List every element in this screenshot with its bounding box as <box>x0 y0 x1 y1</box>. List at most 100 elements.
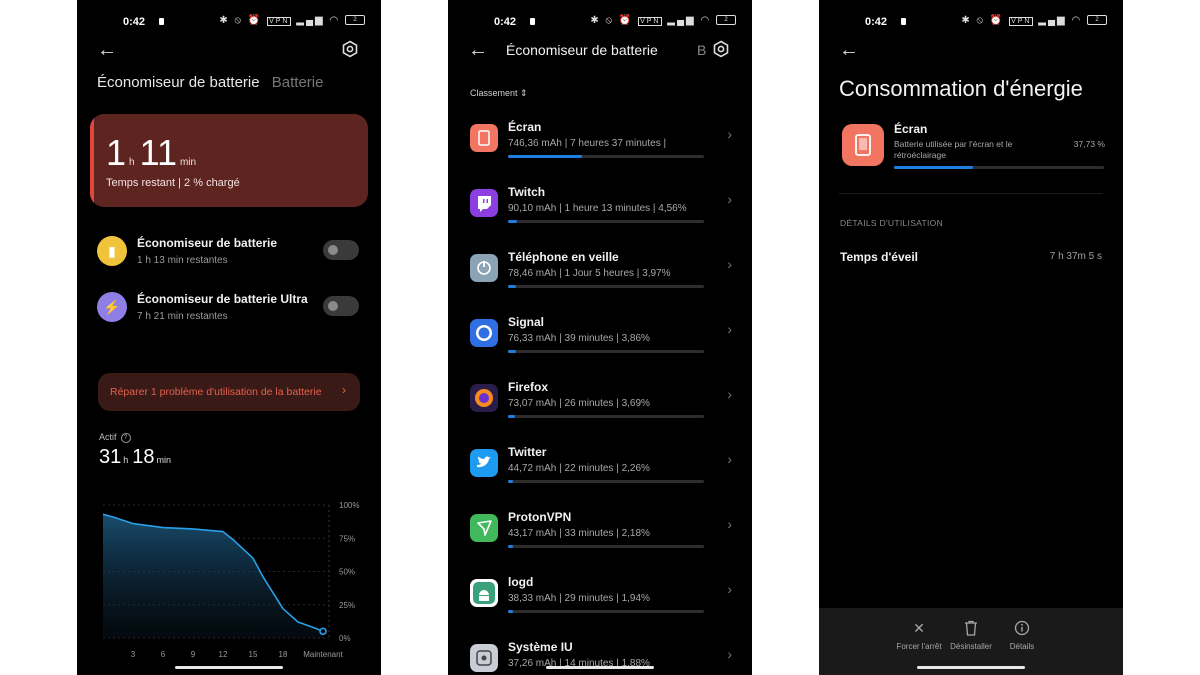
usage-bar <box>508 155 704 158</box>
chevron-right-icon: › <box>342 383 346 397</box>
chevron-right-icon: › <box>727 646 732 662</box>
usage-bar-fill <box>508 480 513 483</box>
twitch-icon <box>470 189 498 217</box>
x-tick-label: 12 <box>219 650 228 659</box>
app-stats: 746,36 mAh | 7 heures 37 minutes | <box>508 138 667 149</box>
help-icon[interactable]: ? <box>120 432 131 443</box>
chevron-right-icon: › <box>727 451 732 467</box>
app-row[interactable]: logd 38,33 mAh | 29 minutes | 1,94% › <box>448 565 752 630</box>
status-icons: ✱ ⦸ ⏰ VPN ▂▄▆ ◠ 2 <box>961 15 1107 26</box>
app-stats: 43,17 mAh | 33 minutes | 2,18% <box>508 528 650 539</box>
chevron-right-icon: › <box>727 256 732 272</box>
twitter-icon <box>470 449 498 477</box>
home-indicator[interactable] <box>546 666 654 669</box>
usage-bar <box>894 166 1104 169</box>
battery-area <box>103 514 323 638</box>
app-row[interactable]: Signal 76,33 mAh | 39 minutes | 3,86% › <box>448 305 752 370</box>
ultra-saver-toggle[interactable] <box>323 296 359 316</box>
wake-time-label: Temps d'éveil <box>840 250 918 264</box>
android-icon <box>470 579 498 607</box>
info-glyph-icon <box>1014 620 1030 636</box>
battery-level-chart: 100% 75% 50% 25% 0% 3 6 12 15 18 Maintenant 9 <box>102 501 359 659</box>
app-name: Firefox <box>508 380 549 394</box>
x-tick-label: 9 <box>191 650 196 659</box>
usage-bar-fill <box>508 415 516 418</box>
app-name: Twitter <box>508 445 547 459</box>
home-indicator[interactable] <box>175 666 283 669</box>
back-arrow-icon[interactable]: ← <box>97 40 117 60</box>
battery-saver-toggle[interactable] <box>323 240 359 260</box>
app-name: Signal <box>508 315 545 329</box>
app-stats: 38,33 mAh | 29 minutes | 1,94% <box>508 593 650 604</box>
usage-bar <box>508 220 704 223</box>
app-stats: 76,33 mAh | 39 minutes | 3,86% <box>508 333 650 344</box>
battery-saver-indicator-icon <box>901 18 906 25</box>
sort-arrows-icon: ⇕ <box>520 88 528 98</box>
next-tab-label[interactable]: B <box>697 42 706 58</box>
firefox-icon <box>470 384 498 412</box>
x-tick-label: 15 <box>249 650 258 659</box>
app-row[interactable]: Twitter 44,72 mAh | 22 minutes | 2,26% › <box>448 435 752 500</box>
battery-saver-subtitle: 1 h 13 min restantes <box>137 255 228 266</box>
usage-bar <box>508 350 704 353</box>
screen-icon <box>470 124 498 152</box>
screen-glyph-icon <box>855 134 871 156</box>
current-point <box>319 627 327 636</box>
app-stats: 90,10 mAh | 1 heure 13 minutes | 4,56% <box>508 203 687 214</box>
battery-icon: 2 <box>716 15 736 26</box>
chevron-right-icon: › <box>727 126 732 142</box>
tab-bar: Économiseur de batterie Batterie <box>97 74 323 91</box>
app-row[interactable]: Téléphone en veille 78,46 mAh | 1 Jour 5 … <box>448 240 752 305</box>
sort-label: Classement <box>470 88 518 98</box>
usage-bar <box>508 480 704 483</box>
page-title: Économiseur de batterie <box>506 42 658 58</box>
ultra-battery-saver-mode[interactable]: ⚡ Économiseur de batterie Ultra 7 h 21 m… <box>97 290 367 326</box>
active-time-value: 31 h 18 min <box>99 446 175 469</box>
app-row[interactable]: ProtonVPN 43,17 mAh | 33 minutes | 2,18% › <box>448 500 752 565</box>
back-arrow-icon[interactable]: ← <box>839 40 859 60</box>
active-label: Actif? <box>99 432 131 443</box>
battery-saver-indicator-icon <box>530 18 535 25</box>
usage-bar-fill <box>508 285 516 288</box>
hours-unit: h <box>129 157 135 168</box>
remaining-time-value: 1 h 11 min <box>106 132 201 174</box>
remaining-minutes: 11 <box>139 132 177 173</box>
usage-bar-fill <box>508 220 518 223</box>
remaining-hours: 1 <box>106 132 127 173</box>
app-row[interactable]: Firefox 73,07 mAh | 26 minutes | 3,69% › <box>448 370 752 435</box>
info-icon <box>987 620 1057 638</box>
status-time: 0:42 <box>494 16 517 28</box>
lightning-icon: ⚡ <box>97 292 127 322</box>
details-button[interactable]: Détails <box>987 620 1057 651</box>
gear-icon[interactable] <box>341 40 359 58</box>
tab-battery[interactable]: Batterie <box>272 74 324 91</box>
x-tick-label: Maintenant <box>303 650 343 659</box>
screen-icon <box>842 124 884 166</box>
repair-battery-issue-button[interactable]: Réparer 1 problème d'utilisation de la b… <box>98 373 360 411</box>
status-time: 0:42 <box>123 16 146 28</box>
wake-time-value: 7 h 37m 5 s <box>1049 251 1102 262</box>
vpn-icon: VPN <box>267 17 292 26</box>
tab-battery-saver[interactable]: Économiseur de batterie <box>97 74 260 91</box>
app-name: Système IU <box>508 640 573 654</box>
usage-bar <box>508 545 704 548</box>
app-stats: 44,72 mAh | 22 minutes | 2,26% <box>508 463 650 474</box>
usage-bar-fill <box>894 166 974 169</box>
gear-icon[interactable] <box>712 40 730 58</box>
home-indicator[interactable] <box>917 666 1025 669</box>
app-name: Téléphone en veille <box>508 250 619 264</box>
vpn-icon: VPN <box>638 17 663 26</box>
app-row[interactable]: Twitch 90,10 mAh | 1 heure 13 minutes | 4… <box>448 175 752 240</box>
trash-glyph-icon <box>965 620 977 636</box>
usage-bar-fill <box>508 155 582 158</box>
app-name: ProtonVPN <box>508 510 572 524</box>
app-row[interactable]: Écran 746,36 mAh | 7 heures 37 minutes | › <box>448 110 752 175</box>
protonvpn-icon <box>470 514 498 542</box>
back-arrow-icon[interactable]: ← <box>468 40 488 60</box>
action-bar: ✕ Forcer l'arrêt Désinstaller Détails <box>819 608 1123 675</box>
section-header: DÉTAILS D'UTILISATION <box>840 218 944 228</box>
battery-icon: 2 <box>345 15 365 26</box>
battery-saver-mode[interactable]: ▮ Économiseur de batterie 1 h 13 min res… <box>97 234 367 270</box>
usage-percent: 37,73 % <box>1073 139 1105 149</box>
sort-dropdown[interactable]: Classement ⇕ <box>470 88 528 99</box>
